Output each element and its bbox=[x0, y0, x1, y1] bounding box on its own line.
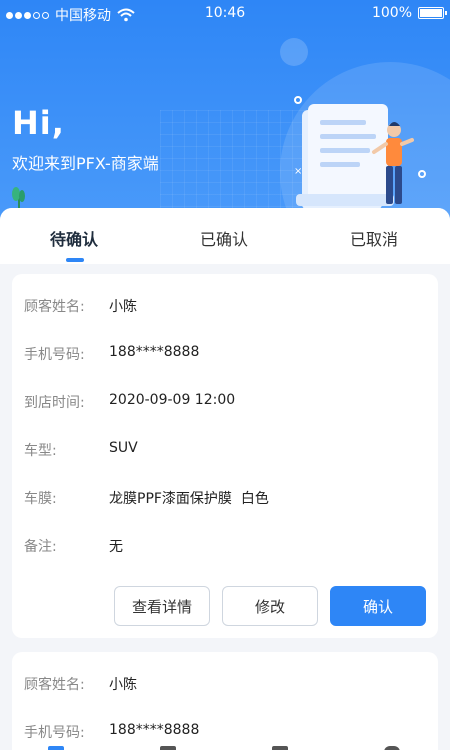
field-customer-name: 顾客姓名: 小陈 bbox=[24, 296, 137, 316]
field-label: 车型: bbox=[24, 443, 57, 459]
field-label: 到店时间: bbox=[24, 395, 85, 411]
welcome-subtitle: 欢迎来到PFX-商家端 bbox=[12, 154, 159, 173]
field-value: 小陈 bbox=[109, 299, 137, 315]
field-remark: 备注: 无 bbox=[24, 536, 123, 556]
field-label: 手机号码: bbox=[24, 725, 85, 741]
svg-text:×: × bbox=[294, 166, 302, 177]
tab-cancelled[interactable]: 已取消 bbox=[350, 226, 398, 250]
field-value: 小陈 bbox=[109, 677, 137, 693]
status-bar: 中国移动 10:46 100% bbox=[0, 0, 450, 28]
field-phone: 手机号码: 188****8888 bbox=[24, 344, 199, 364]
field-label: 手机号码: bbox=[24, 347, 85, 363]
field-phone: 手机号码: 188****8888 bbox=[24, 722, 199, 742]
document-person-illustration: × bbox=[294, 104, 414, 210]
edit-button[interactable]: 修改 bbox=[222, 586, 318, 626]
field-label: 备注: bbox=[24, 539, 57, 555]
greeting-title: Hi, bbox=[12, 104, 65, 142]
decor-circle-small bbox=[280, 38, 308, 66]
order-card: 顾客姓名: 小陈 手机号码: 188****8888 到店时间: 2020-09… bbox=[12, 274, 438, 638]
field-value: SUV bbox=[109, 440, 138, 456]
nav-home-icon[interactable] bbox=[48, 746, 64, 750]
tab-pending[interactable]: 待确认 bbox=[50, 226, 98, 250]
field-label: 顾客姓名: bbox=[24, 677, 85, 693]
active-tab-indicator bbox=[66, 258, 84, 262]
nav-stats-icon[interactable] bbox=[272, 746, 288, 750]
hero-header: × Hi, 欢迎来到PFX-商家端 bbox=[0, 0, 450, 232]
field-film: 车膜: 龙膜PPF漆面保护膜 白色 bbox=[24, 488, 269, 508]
tab-confirmed[interactable]: 已确认 bbox=[200, 226, 248, 250]
field-value: 188****8888 bbox=[109, 722, 200, 738]
bottom-nav bbox=[0, 742, 450, 750]
battery-icon bbox=[418, 7, 447, 19]
nav-profile-icon[interactable] bbox=[384, 746, 400, 750]
battery-percent: 100% bbox=[371, 5, 412, 21]
field-label: 顾客姓名: bbox=[24, 299, 85, 315]
confirm-button[interactable]: 确认 bbox=[330, 586, 426, 626]
order-card: 顾客姓名: 小陈 手机号码: 188****8888 bbox=[12, 652, 438, 750]
field-car-type: 车型: SUV bbox=[24, 440, 138, 460]
field-label: 车膜: bbox=[24, 491, 57, 507]
field-value: 188****8888 bbox=[109, 344, 200, 360]
plant-icon bbox=[12, 187, 25, 210]
field-value: 龙膜PPF漆面保护膜 白色 bbox=[109, 491, 269, 507]
field-value: 2020-09-09 12:00 bbox=[109, 392, 236, 408]
field-value: 无 bbox=[109, 539, 123, 555]
field-customer-name: 顾客姓名: 小陈 bbox=[24, 674, 137, 694]
nav-orders-icon[interactable] bbox=[160, 746, 176, 750]
tab-bar: 待确认 已确认 已取消 bbox=[0, 208, 450, 264]
field-arrival-time: 到店时间: 2020-09-09 12:00 bbox=[24, 392, 235, 412]
view-details-button[interactable]: 查看详情 bbox=[114, 586, 210, 626]
